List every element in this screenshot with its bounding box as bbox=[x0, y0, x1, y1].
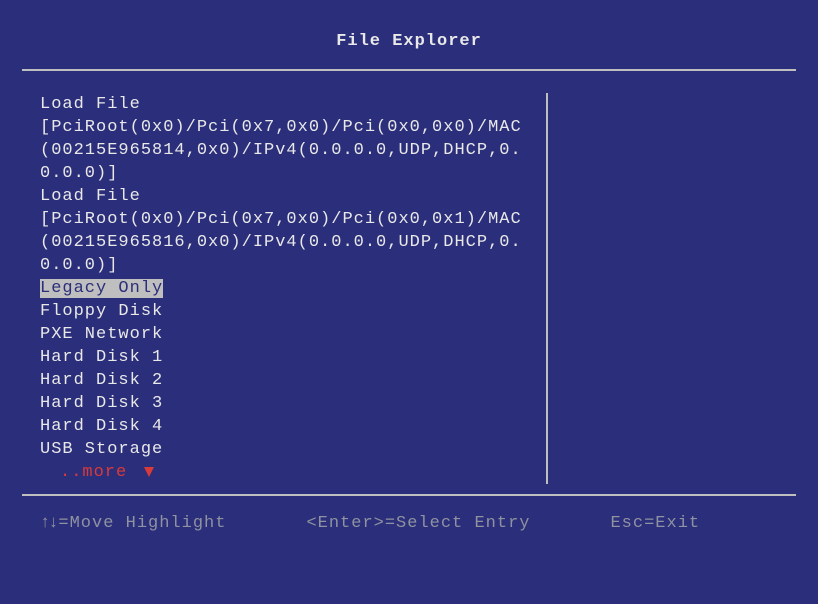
menu-item-hard-disk-1[interactable]: Hard Disk 1 bbox=[40, 346, 532, 369]
hint-move: ↑↓=Move Highlight bbox=[40, 514, 226, 533]
menu-item-load-file-2[interactable]: Load File bbox=[40, 185, 532, 208]
menu-item-devicepath-2[interactable]: [PciRoot(0x0)/Pci(0x7,0x0)/Pci(0x0,0x1)/… bbox=[40, 208, 532, 277]
hint-select: <Enter>=Select Entry bbox=[306, 514, 530, 533]
footer-hints: ↑↓=Move Highlight <Enter>=Select Entry E… bbox=[22, 496, 796, 533]
more-label: ..more bbox=[60, 463, 127, 482]
updown-arrows-icon: ↑↓ bbox=[40, 514, 56, 533]
content-area: Load File [PciRoot(0x0)/Pci(0x7,0x0)/Pci… bbox=[22, 71, 796, 494]
menu-item-hard-disk-4[interactable]: Hard Disk 4 bbox=[40, 415, 532, 438]
menu-item-load-file-1[interactable]: Load File bbox=[40, 93, 532, 116]
bios-screen: File Explorer Load File [PciRoot(0x0)/Pc… bbox=[0, 0, 818, 604]
vertical-divider bbox=[546, 93, 548, 484]
menu-item-hard-disk-3[interactable]: Hard Disk 3 bbox=[40, 392, 532, 415]
page-title: File Explorer bbox=[22, 20, 796, 69]
menu-item-usb-storage[interactable]: USB Storage bbox=[40, 438, 532, 461]
menu-item-legacy-only[interactable]: Legacy Only bbox=[40, 277, 532, 300]
menu-item-selected-label: Legacy Only bbox=[40, 279, 163, 298]
menu-item-hard-disk-2[interactable]: Hard Disk 2 bbox=[40, 369, 532, 392]
menu-item-devicepath-1[interactable]: [PciRoot(0x0)/Pci(0x7,0x0)/Pci(0x0,0x0)/… bbox=[40, 116, 532, 185]
menu-item-pxe-network[interactable]: PXE Network bbox=[40, 323, 532, 346]
menu-item-floppy-disk[interactable]: Floppy Disk bbox=[40, 300, 532, 323]
menu-column: Load File [PciRoot(0x0)/Pci(0x7,0x0)/Pci… bbox=[22, 93, 532, 484]
more-indicator: ..more bbox=[40, 461, 532, 484]
hint-esc: Esc=Exit bbox=[610, 514, 700, 533]
hint-move-label: =Move Highlight bbox=[58, 514, 226, 533]
arrow-down-icon bbox=[144, 467, 154, 477]
